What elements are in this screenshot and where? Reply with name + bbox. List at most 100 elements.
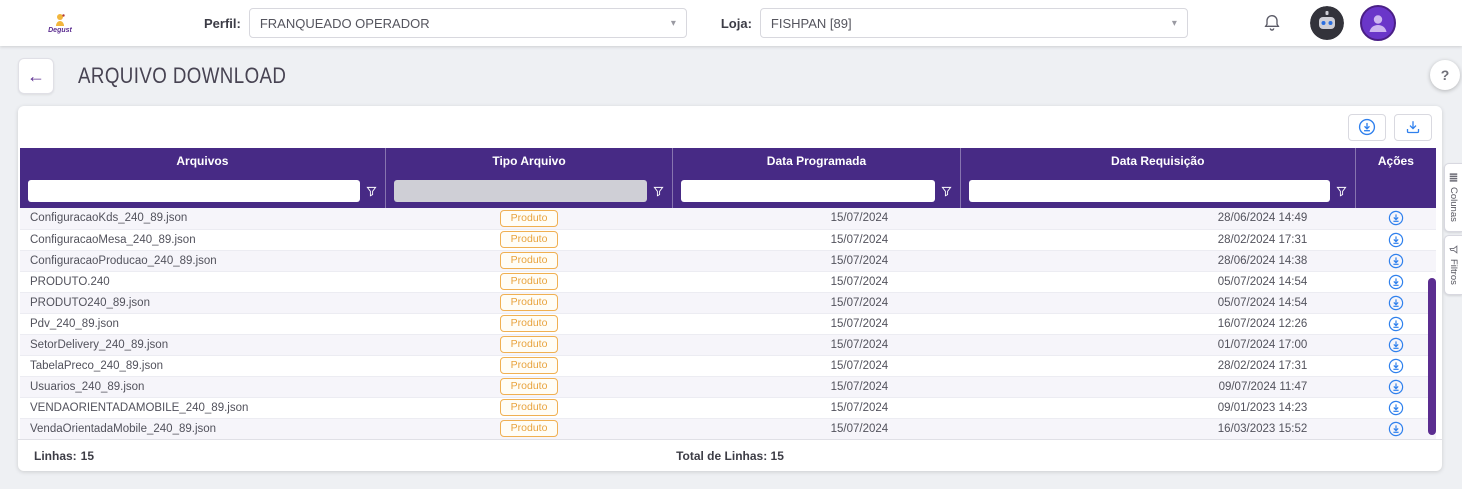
download-row-button[interactable] (1388, 253, 1404, 269)
cell-data-requisicao: 16/03/2023 15:52 (960, 418, 1356, 440)
tab-filtros-label: Filtros (1448, 258, 1459, 285)
filter-acoes-cell (1354, 174, 1436, 208)
cell-tipo-arquivo: Produto (385, 229, 673, 251)
cell-data-programada: 15/07/2024 (672, 229, 961, 251)
degust-logo-text: Degust (48, 26, 72, 34)
table-row: SetorDelivery_240_89.json Produto 15/07/… (20, 334, 1436, 356)
cell-tipo-arquivo: Produto (385, 208, 673, 230)
table-row: PRODUTO.240 Produto 15/07/2024 05/07/202… (20, 271, 1436, 293)
cell-data-requisicao: 28/02/2024 17:31 (960, 229, 1356, 251)
tab-colunas[interactable]: Colunas (1444, 163, 1462, 232)
download-selected-button[interactable] (1348, 113, 1386, 141)
loja-select[interactable]: FISHPAN [89] ▾ (759, 8, 1188, 38)
cell-data-programada: 15/07/2024 (672, 355, 961, 377)
tipo-produto-badge: Produto (499, 336, 559, 353)
filter-funnel-icon[interactable] (366, 186, 377, 197)
loja-group: Loja: FISHPAN [89] ▾ (721, 8, 1188, 38)
filter-arquivos-input[interactable] (28, 180, 360, 202)
cell-data-programada: 15/07/2024 (672, 418, 961, 440)
download-row-button[interactable] (1388, 316, 1404, 332)
table-row: Pdv_240_89.json Produto 15/07/2024 16/07… (20, 313, 1436, 335)
cell-data-programada: 15/07/2024 (672, 376, 961, 398)
cell-arquivo: ConfiguracaoMesa_240_89.json (20, 229, 386, 251)
cell-tipo-arquivo: Produto (385, 292, 673, 314)
filter-funnel-icon[interactable] (941, 186, 952, 197)
column-header-tipo-arquivo[interactable]: Tipo Arquivo (384, 148, 673, 174)
download-row-button[interactable] (1388, 295, 1404, 311)
cell-acoes (1355, 292, 1436, 314)
cell-data-requisicao: 09/01/2023 14:23 (960, 397, 1356, 419)
column-header-acoes[interactable]: Ações (1354, 148, 1436, 174)
cell-acoes (1355, 313, 1436, 335)
filter-funnel-icon[interactable] (1336, 186, 1347, 197)
filter-funnel-icon[interactable] (653, 186, 664, 197)
table-row: Usuarios_240_89.json Produto 15/07/2024 … (20, 376, 1436, 398)
download-circle-icon (1388, 400, 1403, 415)
download-row-button[interactable] (1388, 379, 1404, 395)
download-row-button[interactable] (1388, 337, 1404, 353)
cell-data-programada: 15/07/2024 (672, 250, 961, 272)
cell-arquivo: TabelaPreco_240_89.json (20, 355, 386, 377)
arquivo-download-card: Arquivos Tipo Arquivo Data Programada Da… (18, 106, 1442, 471)
vertical-scrollbar (1428, 210, 1436, 437)
download-circle-icon (1388, 295, 1403, 310)
tipo-produto-badge: Produto (499, 315, 559, 332)
cell-data-requisicao: 28/06/2024 14:38 (960, 250, 1356, 272)
assistant-robot-avatar[interactable] (1310, 6, 1344, 40)
perfil-label: Perfil: (204, 15, 241, 31)
download-row-button[interactable] (1388, 232, 1404, 248)
scrollbar-thumb[interactable] (1428, 278, 1436, 435)
cell-data-requisicao: 01/07/2024 17:00 (960, 334, 1356, 356)
degust-logo-icon (56, 13, 65, 26)
chevron-down-icon: ▾ (1171, 17, 1177, 29)
page-header: ← ARQUIVO DOWNLOAD ? (0, 46, 1462, 106)
tipo-produto-badge: Produto (499, 357, 559, 374)
filter-data-programada-input[interactable] (681, 180, 935, 202)
back-button[interactable]: ← (18, 58, 54, 94)
export-button[interactable] (1394, 113, 1432, 141)
cell-tipo-arquivo: Produto (385, 355, 673, 377)
filter-data-requisicao-input[interactable] (968, 180, 1330, 202)
download-row-button[interactable] (1388, 421, 1404, 437)
column-header-data-requisicao[interactable]: Data Requisição (959, 148, 1356, 174)
notification-bell-icon[interactable] (1262, 12, 1282, 34)
cell-tipo-arquivo: Produto (385, 334, 673, 356)
tipo-produto-badge: Produto (499, 273, 559, 290)
cell-arquivo: PRODUTO.240 (20, 271, 386, 293)
cell-arquivo: PRODUTO240_89.json (20, 292, 386, 314)
download-row-button[interactable] (1388, 210, 1404, 226)
filter-tipo-arquivo-input[interactable] (393, 180, 648, 202)
download-circle-icon (1388, 337, 1403, 352)
perfil-select[interactable]: FRANQUEADO OPERADOR ▾ (248, 8, 687, 38)
columns-icon (1449, 173, 1458, 182)
total-linhas-counter: Total de Linhas: 15 (18, 449, 1442, 463)
tipo-produto-badge: Produto (499, 378, 559, 395)
user-avatar[interactable] (1360, 5, 1396, 41)
card-toolbar (18, 106, 1442, 148)
cell-data-requisicao: 05/07/2024 14:54 (960, 271, 1356, 293)
cell-tipo-arquivo: Produto (385, 418, 673, 440)
table-footer: Linhas: 15 Total de Linhas: 15 (18, 439, 1442, 471)
tipo-produto-badge: Produto (499, 252, 559, 269)
download-row-button[interactable] (1388, 358, 1404, 374)
column-header-data-programada[interactable]: Data Programada (672, 148, 961, 174)
cell-acoes (1355, 208, 1436, 230)
download-circle-icon (1388, 316, 1403, 331)
cell-acoes (1355, 334, 1436, 356)
tipo-produto-badge: Produto (499, 231, 559, 248)
chevron-down-icon: ▾ (670, 17, 676, 29)
tipo-produto-badge: Produto (499, 209, 559, 227)
tipo-produto-badge: Produto (499, 420, 559, 437)
table-row: TabelaPreco_240_89.json Produto 15/07/20… (20, 355, 1436, 377)
column-header-arquivos[interactable]: Arquivos (20, 148, 386, 174)
loja-value: FISHPAN [89] (770, 15, 852, 31)
download-row-button[interactable] (1388, 274, 1404, 290)
side-tabs: Colunas Filtros (1444, 163, 1462, 295)
table-row: ConfiguracaoKds_240_89.json Produto 15/0… (20, 208, 1436, 230)
tab-filtros[interactable]: Filtros (1444, 234, 1462, 295)
download-circle-icon (1388, 421, 1403, 436)
table-filter-row (20, 174, 1436, 208)
help-button[interactable]: ? (1430, 60, 1460, 90)
cell-acoes (1355, 376, 1436, 398)
download-row-button[interactable] (1388, 400, 1404, 416)
